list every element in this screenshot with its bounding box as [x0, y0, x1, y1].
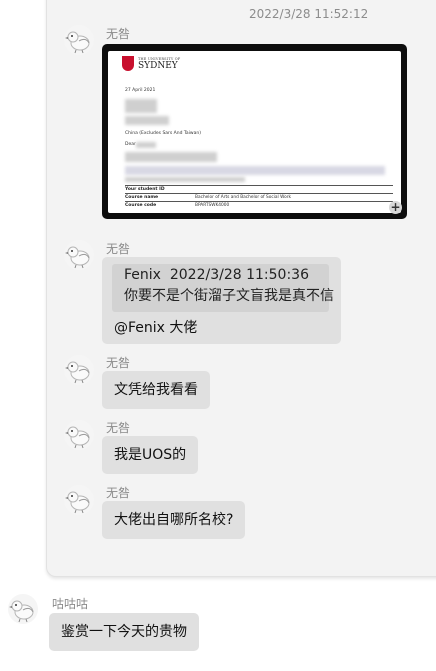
university-crest-icon	[122, 56, 134, 71]
avatar[interactable]	[64, 485, 94, 515]
letter-country: China (Excludes Sars And Taiwan)	[125, 131, 201, 136]
zoom-icon[interactable]: +	[389, 201, 402, 214]
letter-greeting: Dear	[125, 142, 136, 147]
quote-author: Fenix	[124, 267, 161, 283]
sender-name: 无咎	[106, 27, 131, 41]
bird-avatar-icon	[65, 31, 90, 54]
sender-name: 无咎	[106, 242, 131, 256]
avatar[interactable]	[64, 240, 94, 270]
redacted-block	[125, 177, 245, 182]
message-bubble[interactable]: 大佬出自哪所名校?	[102, 501, 246, 539]
bird-avatar-icon	[65, 426, 90, 449]
redacted-block	[136, 142, 156, 148]
avatar[interactable]	[64, 355, 94, 385]
message-timestamp: 2022/3/28 11:52:12	[249, 7, 369, 21]
redacted-block	[125, 152, 217, 162]
redacted-block	[125, 166, 385, 175]
message-bubble[interactable]: 文凭给我看看	[102, 371, 210, 409]
sender-name: 无咎	[106, 356, 131, 370]
quoted-message[interactable]: Fenix 2022/3/28 11:50:36 你要不是个街溜子文盲我是真不信	[112, 264, 334, 312]
quote-time: 2022/3/28 11:50:36	[169, 267, 309, 283]
bird-avatar-icon	[65, 491, 90, 514]
bird-avatar-icon	[65, 246, 90, 269]
avatar[interactable]	[8, 594, 38, 624]
image-message[interactable]: THE UNIVERSITY OF SYDNEY 27 April 2021 C…	[102, 44, 407, 219]
avatar[interactable]	[64, 420, 94, 450]
table-row: Course code BPARTSWK4000	[125, 201, 393, 209]
table-row: Your student ID	[125, 185, 393, 193]
bird-avatar-icon	[65, 361, 90, 384]
table-row: Course name Bachelor of Arts and Bachelo…	[125, 193, 393, 201]
avatar[interactable]	[64, 25, 94, 55]
quote-header: Fenix 2022/3/28 11:50:36	[124, 267, 309, 283]
message-text: @Fenix 大佬	[114, 320, 198, 336]
message-bubble[interactable]: 我是UOS的	[102, 436, 199, 474]
university-label-big: SYDNEY	[138, 61, 178, 71]
quote-text: 你要不是个街溜子文盲我是真不信	[124, 288, 334, 304]
redacted-block	[125, 99, 157, 113]
sender-name: 咕咕咕	[52, 597, 89, 611]
message-bubble[interactable]: 鉴赏一下今天的贵物	[49, 613, 199, 651]
sender-name: 无咎	[106, 486, 131, 500]
enrolment-letter-image: THE UNIVERSITY OF SYDNEY 27 April 2021 C…	[108, 51, 401, 213]
letter-date: 27 April 2021	[125, 88, 156, 93]
sender-name: 无咎	[106, 421, 131, 435]
bird-avatar-icon	[9, 600, 34, 623]
redacted-block	[125, 116, 169, 125]
quote-message-bubble[interactable]: Fenix 2022/3/28 11:50:36 你要不是个街溜子文盲我是真不信…	[102, 257, 341, 344]
